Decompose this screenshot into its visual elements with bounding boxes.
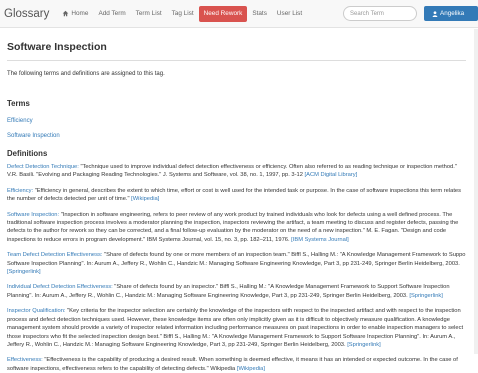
vertical-scrollbar[interactable] <box>474 29 478 354</box>
nav-add-term[interactable]: Add Term <box>93 6 130 22</box>
definition-text: "Key criteria for the inspector selectio… <box>67 308 461 315</box>
user-icon <box>432 10 438 17</box>
app-brand[interactable]: Glossary <box>4 8 49 20</box>
source-link[interactable]: [ACM Digital Library] <box>305 172 358 178</box>
nav-stats[interactable]: Stats <box>247 6 272 22</box>
source-link[interactable]: [Wikipedia] <box>131 196 159 202</box>
main-content: Software Inspection The following terms … <box>0 41 478 373</box>
home-icon <box>63 10 69 17</box>
top-navbar: Glossary Home Add Term Term List Tag Lis… <box>0 0 478 28</box>
definition-text: the number of defects detected per unit … <box>7 196 160 203</box>
definition-text: Software Inspection Planning". In: Aurum… <box>7 260 460 267</box>
definition-text: management system should provide a varie… <box>7 325 464 332</box>
definition-term[interactable]: Defect Detection Technique: <box>7 164 79 170</box>
definitions-list: Defect Detection Technique: "Technique u… <box>7 163 466 373</box>
terms-list: Efficiency Software Inspection <box>7 117 466 140</box>
source-link[interactable]: [Wikipedia] <box>237 366 265 372</box>
term-link-efficiency[interactable]: Efficiency <box>7 117 466 125</box>
definition-term[interactable]: Inspector Qualification: <box>7 308 66 314</box>
definition-item: Defect Detection Technique: "Technique u… <box>7 163 466 180</box>
definition-text: inspections to reduce errors in program … <box>7 236 349 243</box>
page-title: Software Inspection <box>7 41 107 53</box>
definition-item: Team Defect Detection Effectiveness: "Sh… <box>7 251 466 276</box>
source-link[interactable]: [IBM Systems Journal] <box>291 237 349 243</box>
search-input[interactable]: Search Term <box>343 6 417 21</box>
user-name: Angelika <box>440 10 465 17</box>
definition-text: "Share of defects found by one or more m… <box>104 252 466 259</box>
nav-need-rework[interactable]: Need Rework <box>198 5 248 22</box>
definition-term[interactable]: Efficiency: <box>7 188 33 194</box>
definition-term[interactable]: Effectiveness: <box>7 357 43 363</box>
definition-term[interactable]: Team Defect Detection Effectiveness: <box>7 252 102 258</box>
definition-item: Inspector Qualification: "Key criteria f… <box>7 307 466 349</box>
source-link[interactable]: [Springerlink] <box>347 342 381 348</box>
definition-text: "Inspection in software engineering, ref… <box>60 211 453 218</box>
nav-home-label: Home <box>71 9 89 17</box>
definition-text: process and defect detection techniques … <box>7 316 450 323</box>
definition-term[interactable]: Software Inspection: <box>7 212 59 218</box>
source-link[interactable]: [Springerlink] <box>7 268 466 276</box>
nav-home[interactable]: Home <box>57 6 93 22</box>
definition-text: defects to the author for rework so they… <box>7 228 447 235</box>
definition-item: Individual Defect Detection Effectivenes… <box>7 283 466 300</box>
definition-text: "Efficiency in general, describes the ex… <box>34 187 461 194</box>
intro-text: The following terms and definitions are … <box>7 71 165 77</box>
nav-term-list[interactable]: Term List <box>131 6 167 22</box>
definition-item: Efficiency: "Efficiency in general, desc… <box>7 187 466 204</box>
term-link-software-inspection[interactable]: Software Inspection <box>7 132 466 140</box>
definition-item: Software Inspection: "Inspection in soft… <box>7 211 466 245</box>
definition-text: those inspectors who fit the selected in… <box>7 333 456 340</box>
definition-text: "Share of defects found by an inspector.… <box>114 284 450 291</box>
nav-tag-list[interactable]: Tag List <box>167 6 199 22</box>
definition-text: Jeffery R., Wohlin C., Handzic M.: Manag… <box>7 341 381 348</box>
terms-heading: Terms <box>7 99 30 108</box>
definitions-heading: Definitions <box>7 149 48 158</box>
title-divider <box>7 60 466 61</box>
definition-text: V.R. Basili. "Evolving and Packaging Rea… <box>7 172 358 179</box>
definition-term[interactable]: Individual Defect Detection Effectivenes… <box>7 284 113 290</box>
definition-text: software inspections, effectiveness refe… <box>7 365 265 372</box>
source-link[interactable]: [Springerlink] <box>409 293 443 299</box>
user-menu-button[interactable]: Angelika <box>424 6 478 21</box>
definition-text: traditional software inspection process … <box>7 220 459 227</box>
definition-text: "Technique used to improve individual de… <box>80 164 457 170</box>
nav-user-list[interactable]: User List <box>272 6 307 22</box>
definition-text: Planning". In: Aurum A., Jeffery R., Woh… <box>7 292 443 299</box>
definition-item: Effectiveness: "Effectiveness is the cap… <box>7 356 466 373</box>
definition-text: "Effectiveness is the capability of prod… <box>44 357 458 364</box>
